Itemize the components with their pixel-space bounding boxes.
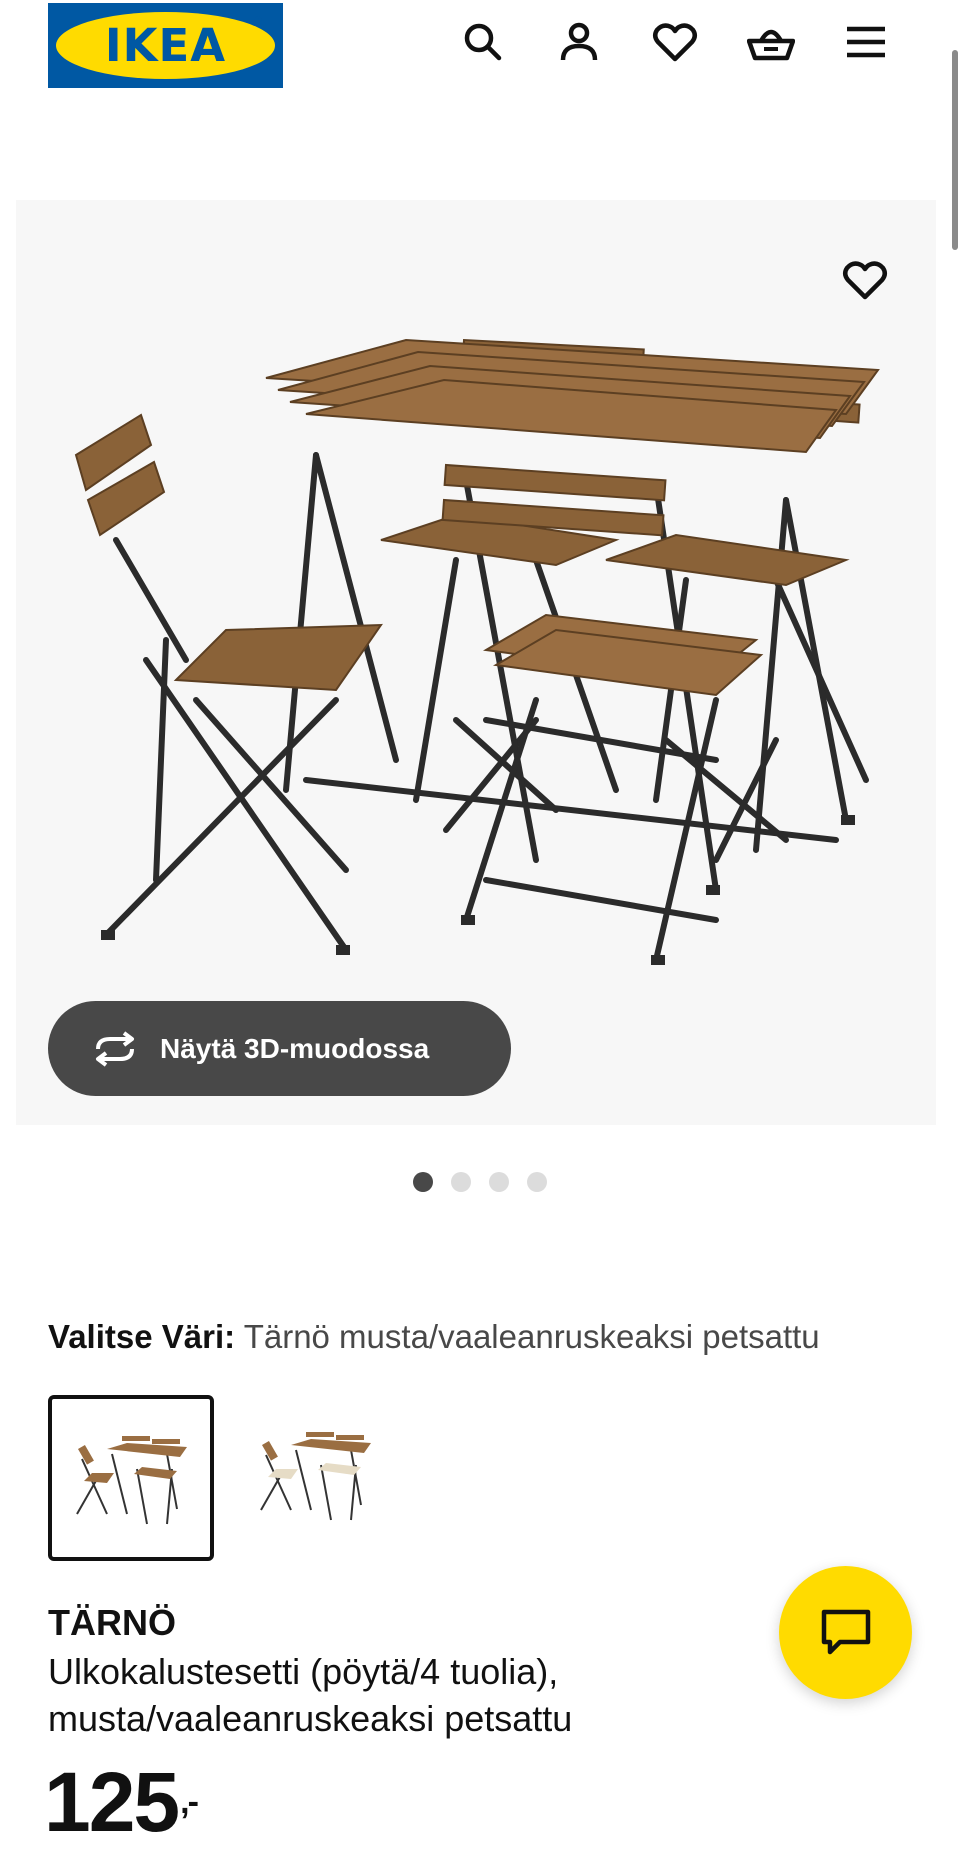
logo-text: IKEA [104, 19, 227, 72]
swatch-thumbnail [76, 1436, 187, 1525]
basket-button[interactable] [745, 16, 797, 68]
gallery-dot-3[interactable] [489, 1172, 509, 1192]
table-and-four-chairs-photo [74, 338, 880, 965]
chat-button[interactable] [779, 1566, 912, 1699]
search-icon [464, 23, 502, 61]
menu-icon [847, 26, 885, 58]
gallery-pagination [0, 1170, 960, 1194]
product-description: Ulkokalustesetti (pöytä/4 tuolia), musta… [48, 1651, 573, 1739]
color-swatch-black-beige[interactable] [236, 1395, 402, 1561]
price-integer: 125 [44, 1755, 180, 1849]
heart-icon [843, 261, 887, 300]
color-label: Valitse Väri: [48, 1318, 236, 1355]
gallery-dot-4[interactable] [527, 1172, 547, 1192]
basket-icon [747, 29, 795, 61]
logo-registered-mark: ® [253, 15, 263, 26]
favourites-button[interactable] [649, 16, 701, 68]
color-value: Tärnö musta/vaaleanruskeaksi petsattu [243, 1318, 820, 1355]
view-in-3d-button[interactable]: Näytä 3D-muodossa [48, 1001, 511, 1096]
header: IKEA ® [0, 0, 960, 100]
gallery-dot-2[interactable] [451, 1172, 471, 1192]
heart-icon [653, 23, 697, 62]
ikea-logo[interactable]: IKEA ® [48, 3, 283, 88]
price-decimal: ,- [180, 1783, 199, 1821]
gallery-dot-1[interactable] [413, 1172, 433, 1192]
chat-icon [821, 1609, 870, 1654]
product-image-gallery[interactable] [16, 200, 936, 1125]
rotate-3d-icon [90, 1029, 140, 1069]
add-to-favourites-button[interactable] [820, 240, 910, 320]
product-price: 125,- [44, 1760, 199, 1844]
menu-button[interactable] [840, 16, 892, 68]
view-in-3d-label: Näytä 3D-muodossa [160, 1032, 430, 1064]
color-selection-line: Valitse Väri: Tärnö musta/vaaleanruskeak… [48, 1318, 820, 1356]
color-swatch-black-brown[interactable] [48, 1395, 214, 1561]
product-name: TÄRNÖ [48, 1602, 176, 1643]
page-scrollbar[interactable] [952, 50, 958, 250]
swatch-thumbnail [260, 1432, 371, 1521]
account-button[interactable] [553, 16, 605, 68]
account-icon [560, 22, 598, 61]
search-button[interactable] [457, 16, 509, 68]
